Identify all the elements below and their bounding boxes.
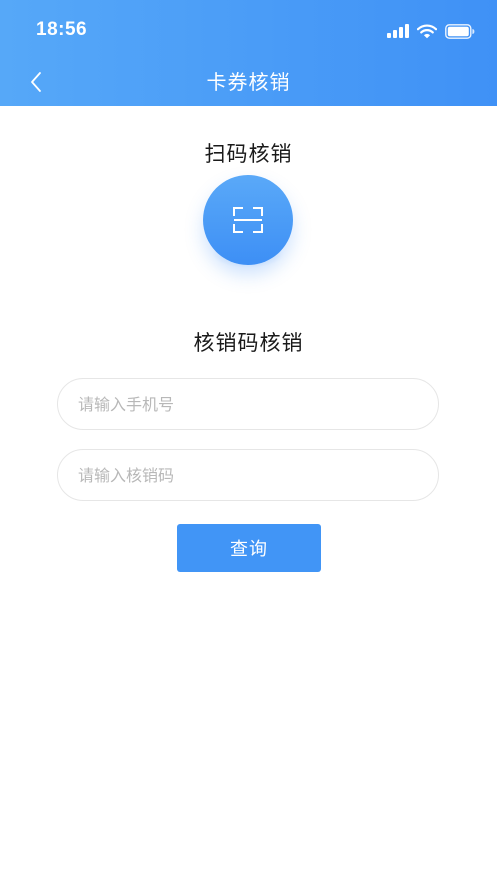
phone-screen: 18:56 卡券核销 扫码核销 核销码核销 请输入手机号 请输入核销码 查询	[0, 0, 497, 883]
code-section-title: 核销码核销	[193, 331, 304, 355]
status-bar: 18:56	[0, 0, 497, 58]
scan-section-title: 扫码核销	[204, 142, 293, 166]
wifi-icon	[417, 24, 437, 38]
battery-icon	[445, 23, 475, 39]
nav-bar: 卡券核销	[0, 58, 497, 106]
scan-button[interactable]	[203, 175, 293, 265]
status-time: 18:56	[36, 19, 88, 40]
phone-input[interactable]	[58, 379, 438, 429]
query-button[interactable]: 查询	[177, 524, 321, 572]
verification-code-input[interactable]	[58, 450, 438, 500]
signal-icon	[387, 24, 409, 38]
phone-field	[57, 378, 439, 430]
code-field	[57, 449, 439, 501]
header: 18:56 卡券核销	[0, 0, 497, 106]
page-title: 卡券核销	[206, 70, 291, 94]
status-icons	[387, 21, 475, 41]
scan-frame-icon	[233, 207, 263, 233]
